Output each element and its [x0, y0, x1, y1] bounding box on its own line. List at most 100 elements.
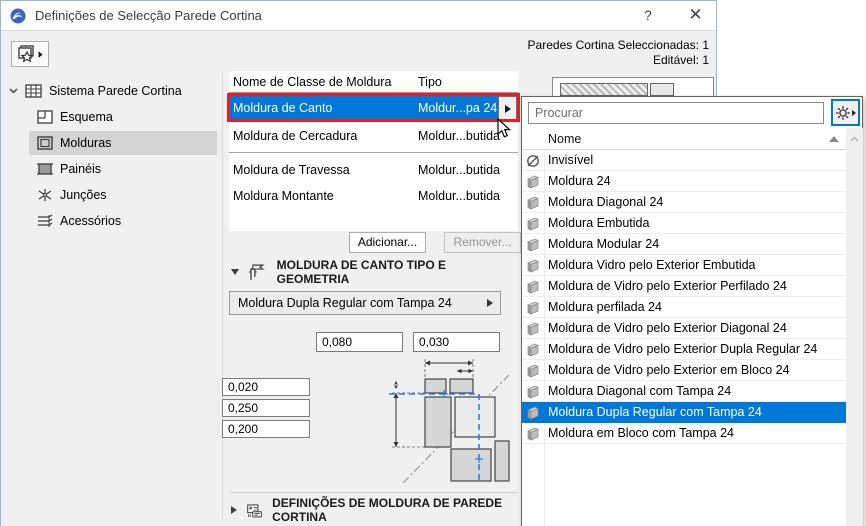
- list-item[interactable]: Moldura Diagonal 24: [522, 192, 846, 213]
- favorites-star-icon: [18, 45, 43, 63]
- cell-name: Moldura de Travessa: [233, 163, 350, 177]
- sidebar-item-label: Junções: [60, 188, 107, 202]
- selection-info: Paredes Cortina Seleccionadas: 1 Editáve…: [528, 38, 709, 68]
- frames-icon: [37, 136, 53, 150]
- cell-name: Moldura de Cercadura: [233, 129, 358, 143]
- frame-3d-icon: [527, 175, 539, 189]
- frame-classes-table: Nome de Classe de Moldura Tipo Moldura d…: [229, 71, 518, 231]
- list-item[interactable]: Moldura Modular 24: [522, 234, 846, 255]
- accessories-icon: [38, 214, 53, 227]
- settings-button[interactable]: [831, 99, 860, 126]
- list-item-label: Invisível: [548, 153, 594, 167]
- depth-a-field[interactable]: [222, 378, 310, 396]
- frame-3d-icon: [527, 280, 539, 294]
- frame-type-dropdown[interactable]: Moldura Dupla Regular com Tampa 24: [229, 291, 501, 315]
- sidebar-item-label: Sistema Parede Cortina: [49, 84, 182, 98]
- cell-type: Moldur...butida: [418, 163, 500, 177]
- popup-scrollbar[interactable]: [846, 128, 863, 526]
- sidebar-item-molduras[interactable]: Molduras: [29, 131, 217, 155]
- screenshot-stage: Definições de Selecção Parede Cortina ? …: [0, 0, 866, 526]
- list-item[interactable]: Moldura de Vidro pelo Exterior Dupla Reg…: [522, 339, 846, 360]
- table-group-separator: [229, 152, 518, 153]
- sidebar-item-esquema[interactable]: Esquema: [29, 105, 217, 129]
- section-header-corner-frame-geometry[interactable]: MOLDURA DE CANTO TIPO E GEOMETRIA: [231, 258, 518, 286]
- frame-settings-icon: [247, 503, 262, 517]
- column-header-nome: Nome: [548, 132, 582, 146]
- list-item-label: Moldura de Vidro pelo Exterior em Bloco …: [548, 363, 790, 377]
- sidebar-divider: [222, 73, 223, 519]
- table-row-moldura-de-travessa[interactable]: Moldura de Travessa Moldur...butida: [229, 157, 518, 183]
- list-item-label: Moldura 24: [548, 174, 611, 188]
- help-button[interactable]: ?: [629, 1, 667, 30]
- list-item[interactable]: Moldura de Vidro pelo Exterior Diagonal …: [522, 318, 846, 339]
- list-item[interactable]: Moldura Diagonal com Tampa 24: [522, 381, 846, 402]
- list-item[interactable]: Moldura perfilada 24: [522, 297, 846, 318]
- frame-3d-icon: [527, 427, 539, 441]
- sidebar-item-acessorios[interactable]: Acessórios: [29, 209, 217, 233]
- cell-type: Moldur...butida: [418, 129, 500, 143]
- popup-column-header[interactable]: Nome: [522, 128, 846, 150]
- frame-3d-icon: [527, 385, 539, 399]
- table-header[interactable]: Nome de Classe de Moldura Tipo: [229, 71, 518, 93]
- list-item[interactable]: Moldura de Vidro pelo Exterior Perfilado…: [522, 276, 846, 297]
- list-item[interactable]: Moldura Dupla Regular com Tampa 24: [522, 402, 846, 423]
- remove-button[interactable]: Remover...: [444, 232, 521, 253]
- list-item-invisivel[interactable]: Invisível: [522, 150, 846, 171]
- cell-type: Moldur...butida: [418, 189, 500, 203]
- list-item-label: Moldura Modular 24: [548, 237, 660, 251]
- frame-type-value: Moldura Dupla Regular com Tampa 24: [238, 296, 452, 310]
- list-item-label: Moldura Diagonal 24: [548, 195, 664, 209]
- column-header-name[interactable]: Nome de Classe de Moldura: [233, 71, 391, 93]
- list-item[interactable]: Moldura Vidro pelo Exterior Embutida: [522, 255, 846, 276]
- width-a-field[interactable]: [316, 332, 403, 352]
- close-button[interactable]: ✕: [675, 1, 716, 30]
- frame-3d-icon: [527, 364, 539, 378]
- search-input[interactable]: [528, 102, 824, 124]
- corner-frame-icon: [248, 264, 265, 280]
- add-button[interactable]: Adicionar...: [349, 232, 426, 253]
- flyout-arrow-icon: [504, 104, 511, 113]
- dialog-title: Definições de Selecção Parede Cortina: [35, 8, 262, 23]
- frame-3d-icon: [527, 238, 539, 252]
- list-item-label: Moldura de Vidro pelo Exterior Perfilado…: [548, 279, 787, 293]
- chevron-down-icon: [9, 88, 18, 94]
- favorites-button[interactable]: [11, 41, 49, 67]
- column-header-type[interactable]: Tipo: [418, 71, 442, 93]
- list-item[interactable]: Moldura Embutida: [522, 213, 846, 234]
- list-item-label: Moldura Embutida: [548, 216, 650, 230]
- table-row-moldura-de-canto[interactable]: Moldura de Canto Moldur...pa 24: [229, 95, 518, 122]
- section-title: DEFINIÇÕES DE MOLDURA DE PAREDE CORTINA: [272, 496, 503, 524]
- list-item[interactable]: Moldura em Bloco com Tampa 24: [522, 423, 846, 444]
- frame-type-popup: Nome Invisível Moldura 24 Moldura Diagona…: [521, 96, 863, 526]
- width-b-field[interactable]: [413, 332, 500, 352]
- type-flyout-button[interactable]: [498, 96, 517, 121]
- list-item-label: Moldura perfilada 24: [548, 300, 662, 314]
- section-title: MOLDURA DE CANTO TIPO E GEOMETRIA: [276, 258, 447, 286]
- title-bar[interactable]: Definições de Selecção Parede Cortina ? …: [1, 1, 716, 31]
- cell-type: Moldur...pa 24: [418, 101, 498, 115]
- sidebar-item-label: Esquema: [60, 110, 113, 124]
- sidebar-item-sistema-parede-cortina[interactable]: Sistema Parede Cortina: [9, 79, 217, 103]
- expand-arrow-icon: [231, 506, 237, 514]
- table-row-moldura-montante[interactable]: Moldura Montante Moldur...butida: [229, 183, 518, 209]
- flyout-arrow-icon: [852, 109, 856, 116]
- sidebar-item-juncoes[interactable]: Junções: [29, 183, 217, 207]
- frame-3d-icon: [527, 196, 539, 210]
- depth-b-field[interactable]: [222, 399, 310, 417]
- preview-hatch-drawing: [560, 83, 648, 96]
- curtain-wall-system-icon: [25, 84, 42, 98]
- depth-c-field[interactable]: [222, 420, 310, 438]
- sidebar-item-label: Acessórios: [60, 214, 122, 228]
- dropdown-arrow-icon: [487, 299, 493, 307]
- panels-icon: [37, 163, 53, 175]
- section-header-frame-settings[interactable]: DEFINIÇÕES DE MOLDURA DE PAREDE CORTINA: [231, 496, 518, 524]
- sidebar-item-paineis[interactable]: Painéis: [29, 157, 217, 181]
- list-item-label: Moldura em Bloco com Tampa 24: [548, 426, 734, 440]
- table-row-moldura-de-cercadura[interactable]: Moldura de Cercadura Moldur...butida: [229, 123, 518, 149]
- sidebar-item-label: Painéis: [60, 162, 101, 176]
- list-item-label: Moldura Vidro pelo Exterior Embutida: [548, 258, 756, 272]
- section-separator: [229, 492, 518, 493]
- list-item[interactable]: Moldura de Vidro pelo Exterior em Bloco …: [522, 360, 846, 381]
- list-item[interactable]: Moldura 24: [522, 171, 846, 192]
- frame-3d-icon: [527, 406, 539, 420]
